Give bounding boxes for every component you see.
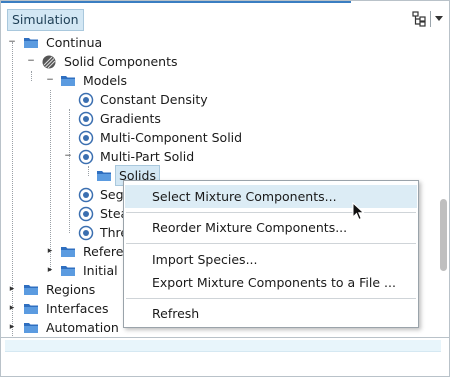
model-icon (78, 92, 94, 108)
model-icon (78, 206, 94, 222)
vertical-scrollbar[interactable] (438, 33, 449, 337)
mouse-pointer-icon (352, 202, 365, 221)
menu-item-select-mixture-components[interactable]: Select Mixture Components... (125, 185, 417, 208)
tree-item-label: Multi-Component Solid (100, 130, 243, 145)
menu-item-refresh[interactable]: Refresh (125, 302, 417, 325)
expand-icon[interactable]: ▸ (6, 318, 18, 337)
model-icon (78, 187, 94, 203)
tree-item-label: Seg (100, 187, 124, 202)
tree-item-label: Constant Density (100, 92, 208, 107)
model-icon (78, 225, 94, 241)
expand-icon[interactable]: ▸ (6, 280, 18, 299)
panel-divider (1, 337, 449, 338)
folder-icon (61, 76, 75, 86)
folder-icon (24, 323, 38, 333)
menu-item-export-mixture-components[interactable]: Export Mixture Components to a File ... (125, 271, 417, 294)
solid-component-icon (42, 55, 56, 69)
model-icon (78, 111, 94, 127)
menu-separator (126, 298, 416, 299)
tree-guide (88, 166, 89, 176)
tree-item-label: Multi-Part Solid (100, 149, 195, 164)
tree-item-label: Interfaces (46, 301, 109, 316)
model-icon (78, 130, 94, 146)
chevron-down-icon[interactable] (435, 16, 443, 21)
menu-separator (126, 243, 416, 244)
tree-item-label: Solid Components (64, 54, 178, 69)
panel-title[interactable]: Simulation (7, 9, 84, 31)
folder-icon (61, 266, 75, 276)
tree-guide (31, 71, 32, 81)
tree-item-label: Continua (46, 35, 103, 50)
tree-guide (69, 109, 70, 233)
collapse-icon[interactable]: − (62, 147, 74, 166)
collapse-icon[interactable]: − (6, 33, 18, 52)
folder-icon (24, 304, 38, 314)
folder-icon (24, 285, 38, 295)
panel-header: Simulation (1, 3, 449, 33)
tree-view-icon[interactable] (411, 11, 427, 27)
scrollbar-thumb[interactable] (440, 199, 447, 271)
folder-icon (61, 247, 75, 257)
header-separator (430, 11, 431, 27)
context-menu: Select Mixture Components... Reorder Mix… (123, 180, 419, 328)
menu-item-reorder-mixture-components[interactable]: Reorder Mixture Components... (125, 216, 417, 239)
menu-item-import-species[interactable]: Import Species... (125, 248, 417, 271)
folder-icon (24, 38, 38, 48)
collapse-icon[interactable]: − (44, 71, 56, 90)
model-icon (78, 149, 94, 165)
expand-icon[interactable]: ▸ (44, 261, 56, 280)
folder-icon (97, 171, 111, 181)
expand-icon[interactable]: ▸ (44, 242, 56, 261)
tree-item-label: Gradients (100, 111, 161, 126)
collapse-icon[interactable]: − (25, 52, 37, 71)
menu-separator (126, 212, 416, 213)
tree-item-label: Initial (83, 263, 118, 278)
tree-item-label: Models (83, 73, 128, 88)
tree-item-label: Regions (46, 282, 96, 297)
tree-item-label: Automation (46, 320, 119, 335)
properties-field[interactable] (5, 340, 441, 352)
expand-icon[interactable]: ▸ (6, 299, 18, 318)
